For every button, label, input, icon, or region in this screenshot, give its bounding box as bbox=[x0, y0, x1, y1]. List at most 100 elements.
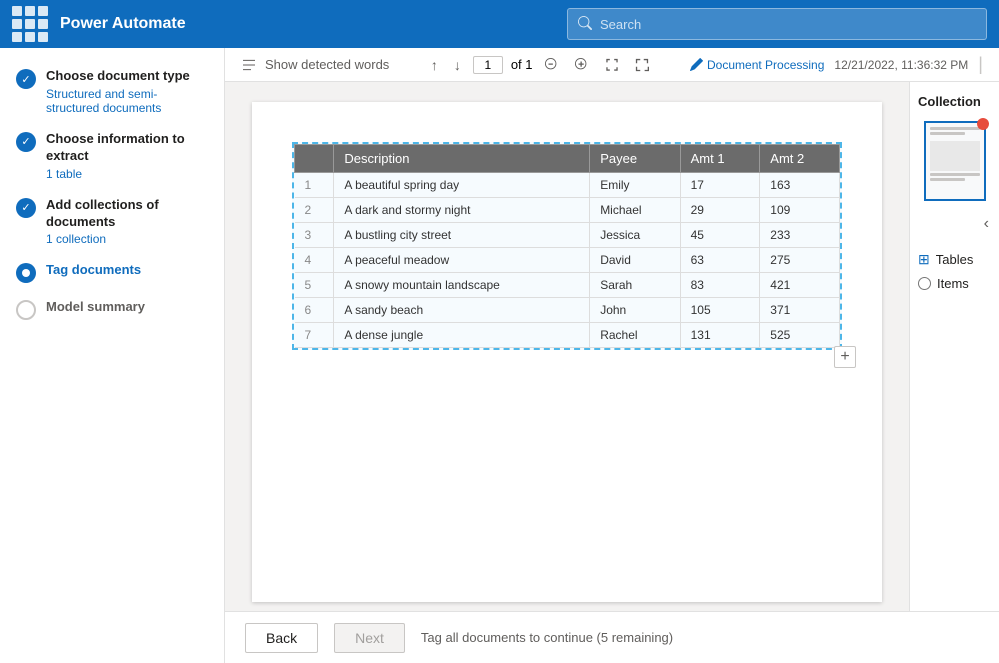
step1-indicator: ✓ bbox=[16, 69, 36, 89]
step2-title: Choose information to extract bbox=[46, 131, 208, 165]
row-cell: A snowy mountain landscape bbox=[334, 273, 590, 298]
table-row: 2A dark and stormy nightMichael29109 bbox=[295, 198, 840, 223]
collection-title: Collection bbox=[918, 94, 991, 109]
step5-title: Model summary bbox=[46, 299, 208, 316]
row-cell: John bbox=[590, 298, 680, 323]
row-cell: 275 bbox=[760, 248, 840, 273]
panel-options: ⊞ Tables Items bbox=[918, 251, 991, 291]
toolbar-center: ↑ ↓ of 1 bbox=[427, 55, 653, 75]
row-cell: Emily bbox=[590, 173, 680, 198]
document-toolbar: Show detected words ↑ ↓ of 1 bbox=[225, 48, 999, 82]
step3-check: ✓ bbox=[21, 201, 30, 214]
step2-indicator: ✓ bbox=[16, 132, 36, 152]
search-bar[interactable] bbox=[567, 8, 987, 40]
row-num: 3 bbox=[295, 223, 334, 248]
step3-content: Add collections of documents 1 collectio… bbox=[46, 197, 208, 247]
step2-subtitle[interactable]: 1 table bbox=[46, 167, 208, 181]
page-number-input[interactable] bbox=[473, 56, 503, 74]
row-cell: David bbox=[590, 248, 680, 273]
row-cell: 131 bbox=[680, 323, 760, 348]
row-num: 6 bbox=[295, 298, 334, 323]
back-button[interactable]: Back bbox=[245, 623, 318, 653]
toolbar-right: Document Processing 12/21/2022, 11:36:32… bbox=[690, 54, 983, 75]
divider: | bbox=[978, 54, 983, 75]
table-row: 4A peaceful meadowDavid63275 bbox=[295, 248, 840, 273]
zoom-out-button[interactable] bbox=[541, 56, 563, 74]
row-cell: Jessica bbox=[590, 223, 680, 248]
panel-collapse-button[interactable]: ‹ bbox=[918, 213, 991, 235]
top-navigation: Power Automate bbox=[0, 0, 999, 48]
thumb-line-3 bbox=[930, 173, 980, 176]
fit-page-button[interactable] bbox=[601, 56, 623, 74]
search-input[interactable] bbox=[600, 17, 976, 32]
step1-subtitle[interactable]: Structured and semi-structured documents bbox=[46, 87, 208, 115]
bottom-message: Tag all documents to continue (5 remaini… bbox=[421, 630, 673, 645]
right-panel: Collection ‹ ⊞ Tables bbox=[909, 82, 999, 611]
table-header-row: Description Payee Amt 1 Amt 2 bbox=[295, 145, 840, 173]
show-words-label: Show detected words bbox=[265, 57, 389, 72]
col-header-amt2: Amt 2 bbox=[760, 145, 840, 173]
main-container: ✓ Choose document type Structured and se… bbox=[0, 48, 999, 663]
row-cell: 83 bbox=[680, 273, 760, 298]
page-total-label: of 1 bbox=[511, 57, 533, 72]
step3-subtitle[interactable]: 1 collection bbox=[46, 232, 208, 246]
items-radio[interactable] bbox=[918, 277, 931, 290]
row-num: 2 bbox=[295, 198, 334, 223]
app-grid-icon[interactable] bbox=[12, 6, 48, 42]
row-cell: 45 bbox=[680, 223, 760, 248]
thumb-line-2 bbox=[930, 132, 965, 135]
row-cell: 163 bbox=[760, 173, 840, 198]
step3-indicator: ✓ bbox=[16, 198, 36, 218]
row-cell: 105 bbox=[680, 298, 760, 323]
step1-title: Choose document type bbox=[46, 68, 208, 85]
items-option[interactable]: Items bbox=[918, 276, 991, 291]
row-num: 1 bbox=[295, 173, 334, 198]
zoom-in-button[interactable] bbox=[571, 56, 593, 74]
step4-dot bbox=[22, 269, 30, 277]
sidebar-step-4: Tag documents bbox=[16, 262, 208, 283]
doc-date-label: 12/21/2022, 11:36:32 PM bbox=[834, 58, 968, 72]
sidebar-step-3: ✓ Add collections of documents 1 collect… bbox=[16, 197, 208, 247]
row-cell: 29 bbox=[680, 198, 760, 223]
col-header-amt1: Amt 1 bbox=[680, 145, 760, 173]
table-row: 5A snowy mountain landscapeSarah83421 bbox=[295, 273, 840, 298]
page-down-button[interactable]: ↓ bbox=[450, 55, 465, 75]
row-num: 5 bbox=[295, 273, 334, 298]
step5-content: Model summary bbox=[46, 299, 208, 316]
row-cell: A dark and stormy night bbox=[334, 198, 590, 223]
step2-content: Choose information to extract 1 table bbox=[46, 131, 208, 181]
step3-title: Add collections of documents bbox=[46, 197, 208, 231]
doc-thumbnail[interactable] bbox=[924, 121, 986, 201]
page-up-button[interactable]: ↑ bbox=[427, 55, 442, 75]
tables-option[interactable]: ⊞ Tables bbox=[918, 251, 991, 268]
row-cell: 371 bbox=[760, 298, 840, 323]
row-cell: 421 bbox=[760, 273, 840, 298]
next-button[interactable]: Next bbox=[334, 623, 405, 653]
row-cell: 525 bbox=[760, 323, 840, 348]
thumb-line-1 bbox=[930, 127, 980, 130]
row-cell: Sarah bbox=[590, 273, 680, 298]
step1-check: ✓ bbox=[21, 73, 30, 86]
step4-title: Tag documents bbox=[46, 262, 208, 279]
show-words-icon bbox=[241, 57, 257, 73]
doc-viewer-wrapper: Description Payee Amt 1 Amt 2 1A beautif… bbox=[225, 82, 999, 611]
table-row: 1A beautiful spring dayEmily17163 bbox=[295, 173, 840, 198]
bottom-bar: Back Next Tag all documents to continue … bbox=[225, 611, 999, 663]
row-num: 4 bbox=[295, 248, 334, 273]
document-viewer[interactable]: Description Payee Amt 1 Amt 2 1A beautif… bbox=[225, 82, 909, 611]
tables-icon: ⊞ bbox=[918, 251, 930, 268]
show-words-button[interactable]: Show detected words bbox=[241, 57, 389, 73]
content-area: Show detected words ↑ ↓ of 1 bbox=[225, 48, 999, 663]
row-cell: A dense jungle bbox=[334, 323, 590, 348]
fullscreen-button[interactable] bbox=[631, 56, 653, 74]
row-cell: Michael bbox=[590, 198, 680, 223]
sidebar: ✓ Choose document type Structured and se… bbox=[0, 48, 225, 663]
col-header-description: Description bbox=[334, 145, 590, 173]
document-page: Description Payee Amt 1 Amt 2 1A beautif… bbox=[252, 102, 882, 602]
add-row-button[interactable]: + bbox=[834, 346, 856, 368]
sidebar-step-5: Model summary bbox=[16, 299, 208, 320]
table-row: 7A dense jungleRachel131525 bbox=[295, 323, 840, 348]
step4-content: Tag documents bbox=[46, 262, 208, 279]
doc-name-label: Document Processing bbox=[707, 58, 824, 72]
step1-content: Choose document type Structured and semi… bbox=[46, 68, 208, 115]
